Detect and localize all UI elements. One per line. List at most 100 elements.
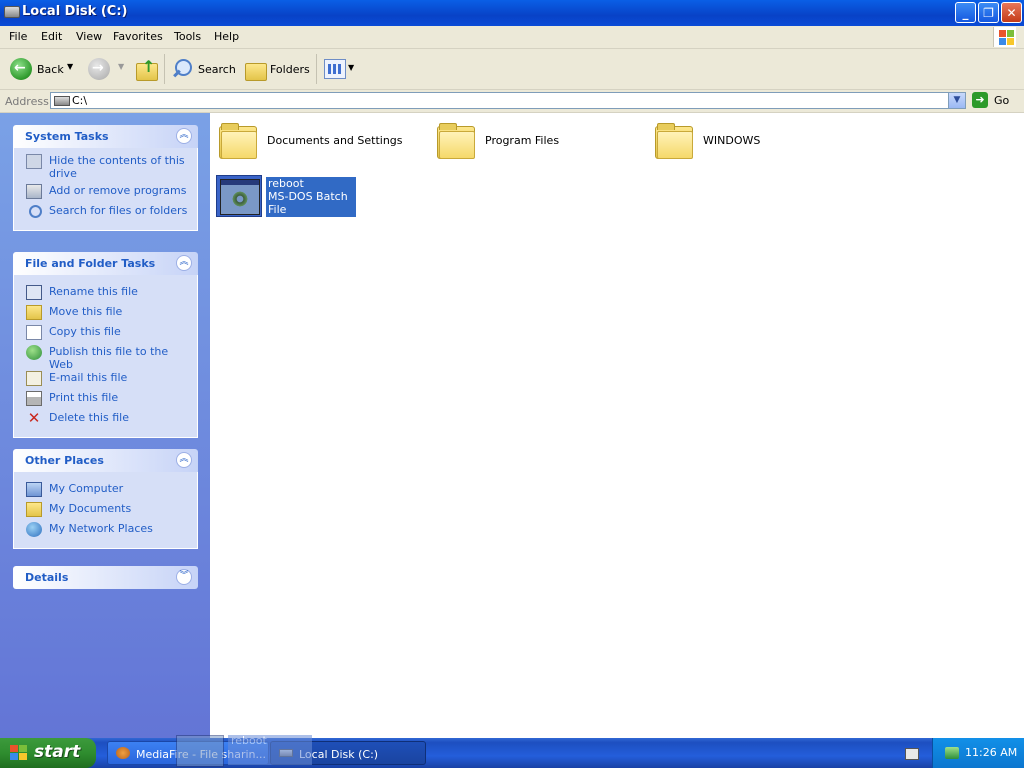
- clock[interactable]: 11:26 AM: [965, 746, 1017, 759]
- details-panel: Details ︾: [13, 566, 198, 589]
- expand-icon[interactable]: ︾: [176, 569, 192, 585]
- folders-icon[interactable]: [243, 58, 267, 81]
- back-dropdown-icon[interactable]: ▼: [67, 62, 73, 86]
- publish-file-link[interactable]: Publish this file to the Web: [14, 345, 197, 371]
- drag-ghost: reboot: [176, 731, 316, 768]
- minimize-button[interactable]: _: [955, 2, 976, 23]
- copy-file-link[interactable]: Copy this file: [14, 325, 197, 345]
- system-tasks-header[interactable]: System Tasks ︽: [13, 125, 198, 148]
- system-tasks-title: System Tasks: [25, 130, 109, 143]
- views-icon[interactable]: [324, 59, 346, 79]
- system-tray: 11:26 AM: [932, 738, 1024, 768]
- task-pane: System Tasks ︽ Hide the contents of this…: [0, 113, 210, 738]
- windows-logo-icon: [993, 27, 1016, 47]
- batch-file-icon[interactable]: [216, 175, 262, 217]
- folder-documents-and-settings[interactable]: Documents and Settings: [267, 134, 403, 147]
- link-label: My Documents: [49, 502, 132, 515]
- delete-file-link[interactable]: ✕ Delete this file: [14, 411, 197, 431]
- search-icon[interactable]: [171, 57, 195, 81]
- network-places-icon: [26, 522, 42, 537]
- restore-button[interactable]: ❐: [978, 2, 999, 23]
- other-places-panel: Other Places ︽ My Computer My Documents …: [13, 449, 198, 549]
- ghost-file-name: reboot: [228, 735, 312, 765]
- file-type: MS-DOS Batch File: [268, 190, 348, 216]
- address-dropdown-button[interactable]: ▼: [948, 92, 966, 109]
- go-arrow-icon: ➜: [972, 92, 988, 108]
- folders-button[interactable]: Folders: [270, 63, 310, 87]
- network-status-icon[interactable]: [945, 747, 959, 759]
- file-folder-tasks-header[interactable]: File and Folder Tasks ︽: [13, 252, 198, 275]
- start-label: start: [34, 742, 81, 762]
- collapse-icon[interactable]: ︽: [176, 452, 192, 468]
- menu-tools[interactable]: Tools: [174, 30, 201, 43]
- my-network-places-link[interactable]: My Network Places: [14, 522, 197, 542]
- hide-drive-icon: [26, 154, 42, 169]
- link-label: Move this file: [49, 305, 123, 318]
- address-input[interactable]: C:\: [50, 92, 966, 109]
- collapse-icon[interactable]: ︽: [176, 255, 192, 271]
- selected-file-label[interactable]: reboot MS-DOS Batch File 1 KB: [266, 177, 356, 229]
- close-button[interactable]: ✕: [1001, 2, 1022, 23]
- file-folder-tasks-panel: File and Folder Tasks ︽ Rename this file…: [13, 252, 198, 438]
- link-label: Publish this file to the Web: [49, 345, 169, 371]
- file-folder-tasks-title: File and Folder Tasks: [25, 257, 156, 270]
- move-file-link[interactable]: Move this file: [14, 305, 197, 325]
- menu-favorites[interactable]: Favorites: [113, 30, 163, 43]
- link-label: E-mail this file: [49, 371, 128, 384]
- link-label: Delete this file: [49, 411, 129, 424]
- search-icon: [26, 204, 42, 219]
- link-label: My Computer: [49, 482, 124, 495]
- address-label: Address: [5, 95, 49, 108]
- keyboard-icon[interactable]: [905, 748, 919, 760]
- rename-icon: [26, 285, 42, 300]
- menu-edit[interactable]: Edit: [41, 30, 62, 43]
- go-label: Go: [994, 94, 1010, 107]
- link-label: Rename this file: [49, 285, 138, 298]
- my-computer-link[interactable]: My Computer: [14, 482, 197, 502]
- folder-windows[interactable]: WINDOWS: [703, 134, 760, 147]
- folder-icon[interactable]: [437, 123, 477, 159]
- menu-view[interactable]: View: [76, 30, 102, 43]
- email-file-link[interactable]: E-mail this file: [14, 371, 197, 391]
- menu-file[interactable]: File: [9, 30, 27, 43]
- drive-icon: [4, 6, 20, 18]
- drive-icon: [54, 96, 70, 106]
- rename-file-link[interactable]: Rename this file: [14, 285, 197, 305]
- title-bar[interactable]: Local Disk (C:): [0, 0, 1024, 26]
- other-places-title: Other Places: [25, 454, 104, 467]
- link-label: Add or remove programs: [49, 184, 187, 197]
- collapse-icon[interactable]: ︽: [176, 128, 192, 144]
- add-remove-programs-link[interactable]: Add or remove programs: [14, 184, 197, 204]
- browser-icon: [116, 747, 130, 759]
- views-dropdown-icon[interactable]: ▼: [348, 63, 354, 87]
- search-button[interactable]: Search: [198, 63, 236, 87]
- start-button[interactable]: start: [0, 738, 96, 768]
- go-button[interactable]: ➜ Go: [972, 92, 1018, 109]
- folder-icon[interactable]: [655, 123, 695, 159]
- my-documents-icon: [26, 502, 42, 517]
- windows-flag-icon: [10, 745, 28, 761]
- search-files-link[interactable]: Search for files or folders: [14, 204, 197, 224]
- back-button[interactable]: Back: [37, 63, 64, 87]
- delete-icon: ✕: [27, 409, 41, 427]
- system-tasks-panel: System Tasks ︽ Hide the contents of this…: [13, 125, 198, 231]
- folder-program-files[interactable]: Program Files: [485, 134, 559, 147]
- up-folder-icon[interactable]: ↑: [136, 57, 158, 81]
- details-header[interactable]: Details ︾: [13, 566, 198, 589]
- add-remove-programs-icon: [26, 184, 42, 199]
- link-label: My Network Places: [49, 522, 153, 535]
- other-places-header[interactable]: Other Places ︽: [13, 449, 198, 472]
- menu-help[interactable]: Help: [214, 30, 239, 43]
- forward-dropdown-icon[interactable]: ▼: [118, 62, 124, 86]
- window-title: Local Disk (C:): [22, 4, 128, 19]
- hide-drive-link[interactable]: Hide the contents of this drive: [14, 154, 197, 180]
- my-documents-link[interactable]: My Documents: [14, 502, 197, 522]
- back-arrow-icon[interactable]: ←: [10, 58, 32, 80]
- file-size: 1 KB: [268, 216, 294, 229]
- forward-arrow-icon[interactable]: →: [88, 58, 110, 80]
- link-label: Print this file: [49, 391, 119, 404]
- folder-icon[interactable]: [219, 123, 259, 159]
- file-name: reboot: [268, 177, 304, 190]
- copy-icon: [26, 325, 42, 340]
- print-file-link[interactable]: Print this file: [14, 391, 197, 411]
